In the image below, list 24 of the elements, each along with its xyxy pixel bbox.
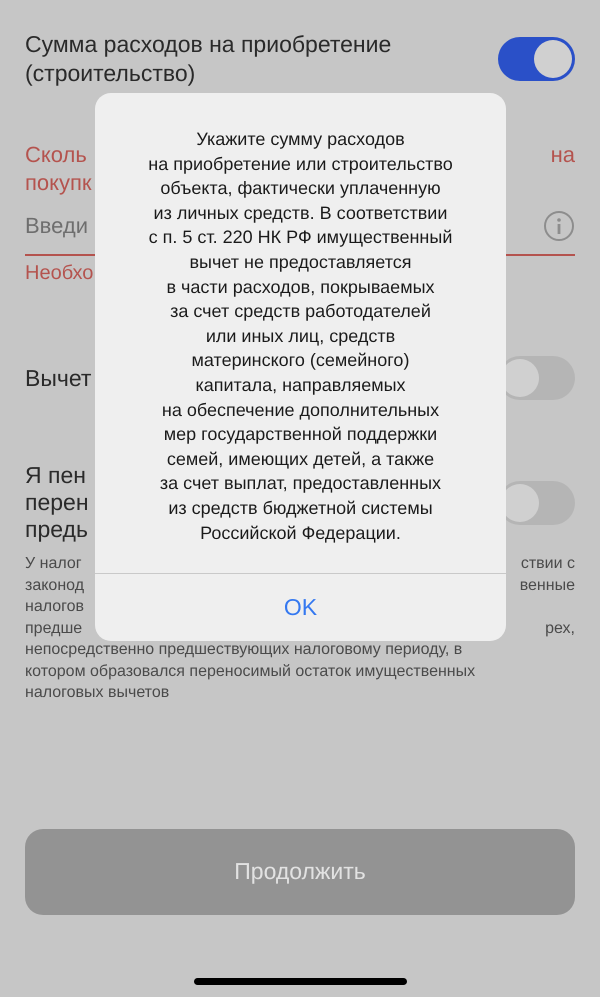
transfer-label: Я пен [25, 462, 86, 489]
transfer-label: перен [25, 489, 89, 516]
deduction-label: Вычет [25, 364, 92, 393]
note-text: рех, [545, 618, 575, 638]
transfer-label: предь [25, 516, 88, 543]
question-text: на [550, 141, 575, 169]
note-text: налогов [25, 597, 84, 617]
cost-label: Сумма расходов на приобретение (строительство) [25, 30, 392, 88]
error-text: Необхо [25, 261, 94, 286]
note-text: ствии с [520, 554, 575, 574]
note-text: непосредственно предшествующих налоговому периоду, в [25, 640, 462, 660]
amount-field[interactable]: Введи [25, 209, 105, 242]
note-text: предше [25, 618, 82, 638]
question-text: покупк [25, 169, 92, 197]
note-text: законод [25, 576, 84, 596]
question-text: Сколь [25, 141, 87, 169]
note-text: налоговых вычетов [25, 683, 170, 703]
ok-button[interactable]: OK [95, 573, 506, 641]
toggle-switch[interactable] [498, 37, 575, 81]
note-text: венные [520, 576, 575, 596]
note-text: котором образовался переносимый остаток имущественных [25, 662, 476, 682]
note-text: У налог [25, 554, 82, 574]
alert-message: Укажите сумму расходов на приобретение или строительство объекта, фактически уплаченную из личных средств. В соответствии с п. 5 ст. 220 НК РФ имущественный вычет не предоставляется в части расходов, покрываемых за счет средств работодателей или иных лиц, средств материнского (семейного) капитала, направляемых на обеспечение дополнительных мер государственной поддержки семей, имеющих детей, а также за счет выплат, предоставленных из средств бюджетной системы Российской Федерации. [148, 128, 453, 545]
info-icon[interactable] [543, 210, 575, 242]
